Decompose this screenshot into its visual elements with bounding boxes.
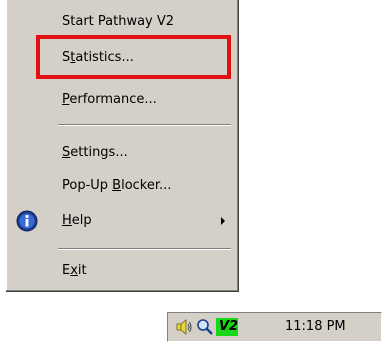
menu-item-label: Start Pathway V2: [62, 14, 175, 29]
v2-icon-text: V2: [219, 319, 239, 334]
magnifier-icon[interactable]: [196, 318, 214, 336]
menu-item-label: Exit: [62, 263, 87, 278]
v2-icon[interactable]: V2: [216, 318, 238, 336]
submenu-arrow-icon: [221, 217, 225, 225]
menu-item-popup-blocker[interactable]: Pop-Up Blocker...: [6, 172, 235, 200]
menu-item-start-pathway[interactable]: Start Pathway V2: [6, 8, 235, 36]
clock[interactable]: 11:18 PM: [285, 313, 346, 341]
highlight-box: [36, 35, 231, 79]
speaker-icon[interactable]: [175, 318, 193, 336]
menu-separator: [58, 124, 231, 126]
system-tray: V2 11:18 PM: [167, 312, 382, 342]
menu-item-settings[interactable]: Settings...: [6, 139, 235, 167]
menu-item-label: Help: [62, 213, 92, 228]
menu-item-label: Settings...: [62, 145, 128, 160]
menu-item-help[interactable]: Help: [6, 207, 235, 235]
info-icon: [16, 210, 38, 232]
menu-item-label: Performance...: [62, 92, 157, 107]
menu-item-performance[interactable]: Performance...: [6, 86, 235, 114]
menu-item-label: Pop-Up Blocker...: [62, 178, 172, 193]
menu-item-exit[interactable]: Exit: [6, 257, 235, 285]
menu-separator: [58, 248, 231, 250]
